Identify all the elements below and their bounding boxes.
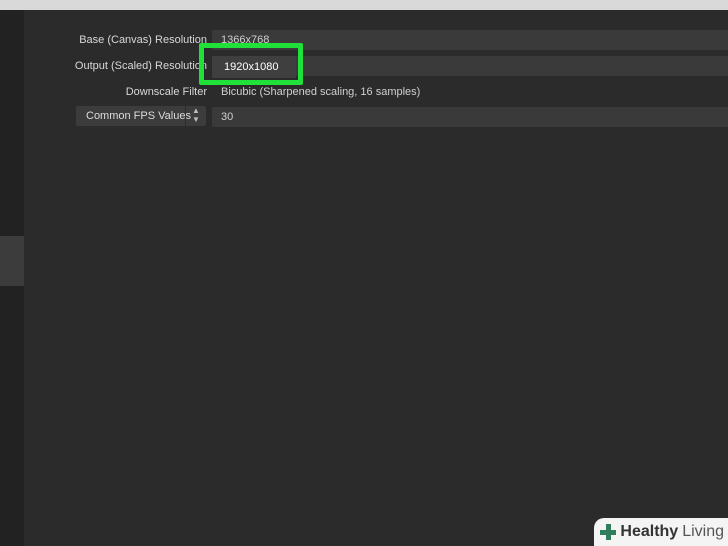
fps-type-select[interactable]: Common FPS Values ▲ ▼ xyxy=(76,106,206,126)
base-resolution-label: Base (Canvas) Resolution xyxy=(79,34,207,46)
base-resolution-row: Base (Canvas) Resolution 1366x768 xyxy=(24,28,728,52)
fps-value: 30 xyxy=(221,111,234,123)
output-resolution-row: Output (Scaled) Resolution xyxy=(24,54,728,78)
sidebar-item-selected[interactable] xyxy=(0,236,24,286)
watermark: Healthy Living xyxy=(594,518,728,546)
downscale-filter-row: Downscale Filter Bicubic (Sharpened scal… xyxy=(24,80,728,104)
output-resolution-label: Output (Scaled) Resolution xyxy=(74,60,207,72)
downscale-filter-value: Bicubic (Sharpened scaling, 16 samples) xyxy=(221,86,421,98)
watermark-text: Living xyxy=(682,523,724,540)
watermark-bold-text: Healthy xyxy=(620,523,679,540)
highlight-box xyxy=(199,43,303,85)
top-bar xyxy=(0,0,728,10)
updown-arrows-icon[interactable]: ▲ ▼ xyxy=(185,106,206,126)
settings-sidebar xyxy=(0,10,24,546)
fps-value-combo[interactable]: 30 xyxy=(212,107,728,127)
downscale-filter-label: Downscale Filter xyxy=(125,86,207,98)
fps-row: Common FPS Values ▲ ▼ 30 xyxy=(24,105,728,129)
video-settings-window: Base (Canvas) Resolution 1366x768 Output… xyxy=(0,0,728,546)
downscale-filter-combo[interactable]: Bicubic (Sharpened scaling, 16 samples) xyxy=(212,82,728,102)
plus-cross-icon xyxy=(598,522,618,542)
fps-type-label: Common FPS Values xyxy=(86,110,191,122)
